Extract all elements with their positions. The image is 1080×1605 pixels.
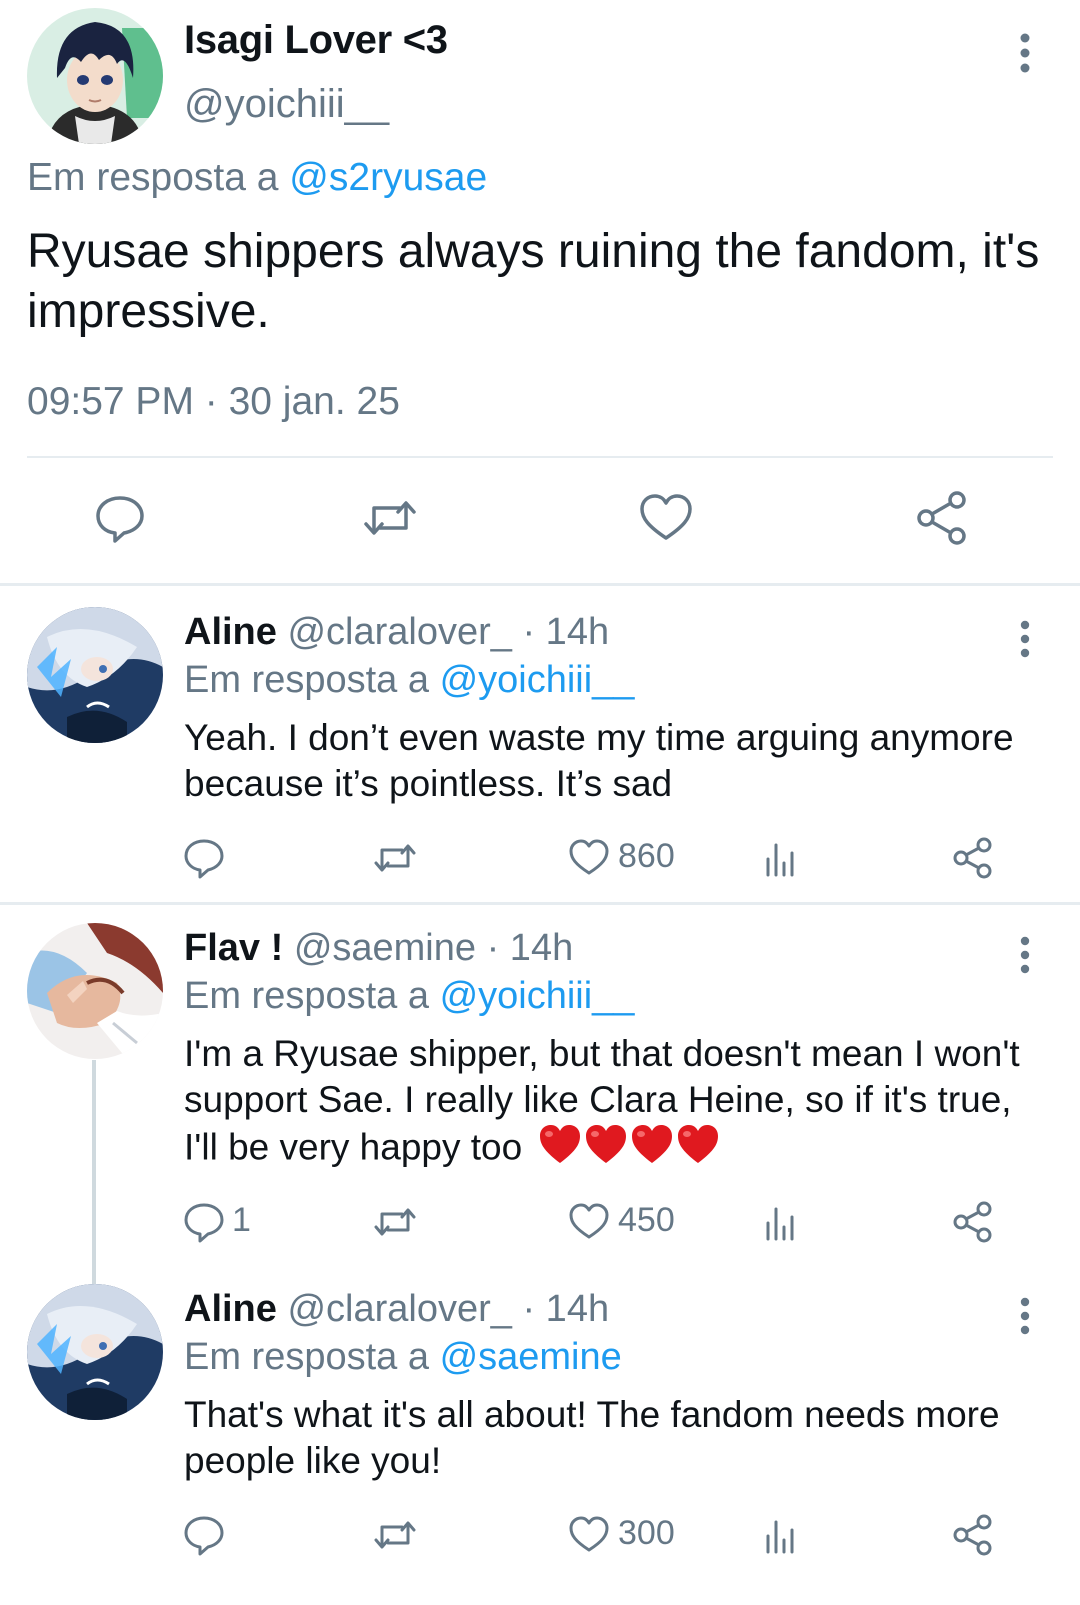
share-icon[interactable] [952,835,994,881]
reply-header: Aline @claralover_ · 14h [184,611,609,654]
retweet-icon[interactable] [362,490,418,546]
divider [27,456,1053,458]
heart-emoji-icon [540,1125,719,1163]
user-handle[interactable]: @claralover_ [287,611,511,653]
relative-time: · 14h [522,611,610,653]
reply-icon[interactable] [92,490,148,546]
reply-context: Em resposta a @s2ryusae [27,156,487,200]
like-icon[interactable] [638,490,694,546]
like-count: 450 [618,1201,675,1239]
like-icon[interactable] [568,1199,610,1245]
tweet-actions [0,490,1080,550]
retweet-icon[interactable] [372,835,418,881]
reply-actions: 1 450 [0,1199,1080,1249]
reply-tweet[interactable]: Flav ! @saemine · 14h Em resposta a @yoi… [0,923,1080,1263]
reply-text: Yeah. I don’t even waste my time arguing… [184,717,1014,804]
reply-target-link[interactable]: @s2ryusae [289,156,487,199]
reply-target-link[interactable]: @yoichiii__ [440,659,635,701]
reply-actions: 860 [0,835,1080,885]
retweet-icon[interactable] [372,1199,418,1245]
reply-context: Em resposta a @yoichiii__ [184,659,634,702]
reply-tweet[interactable]: Aline @claralover_ · 14h Em resposta a @… [0,1284,1080,1604]
more-options-icon[interactable] [1010,617,1040,661]
display-name[interactable]: Isagi Lover <3 [184,18,448,63]
avatar[interactable] [27,8,163,144]
main-tweet: Isagi Lover <3 @yoichiii__ Em resposta a… [0,0,1080,585]
avatar[interactable] [27,607,163,743]
more-options-icon[interactable] [1010,30,1040,76]
reply-icon[interactable] [182,835,226,881]
user-handle[interactable]: @saemine [294,927,476,969]
reply-context: Em resposta a @yoichiii__ [184,975,634,1018]
relative-time: · 14h [522,1288,610,1330]
more-options-icon[interactable] [1010,1294,1040,1338]
user-handle[interactable]: @claralover_ [287,1288,511,1330]
reply-tweet[interactable]: Aline @claralover_ · 14h Em resposta a @… [0,607,1080,907]
user-handle[interactable]: @yoichiii__ [184,82,389,127]
reply-icon[interactable] [182,1199,226,1245]
divider [0,583,1080,586]
like-icon[interactable] [568,1512,610,1558]
like-count: 300 [618,1514,675,1552]
share-icon[interactable] [952,1199,994,1245]
like-count: 860 [618,837,675,875]
reply-icon[interactable] [182,1512,226,1558]
reply-actions: 300 [0,1512,1080,1562]
display-name[interactable]: Flav ! [184,927,283,969]
display-name[interactable]: Aline [184,1288,277,1330]
relative-time: · 14h [486,927,574,969]
reply-context: Em resposta a @saemine [184,1336,622,1379]
retweet-icon[interactable] [372,1512,418,1558]
views-icon[interactable] [764,1199,798,1245]
divider [0,902,1080,905]
avatar[interactable] [27,923,163,1059]
display-name[interactable]: Aline [184,611,277,653]
share-icon[interactable] [952,1512,994,1558]
reply-header: Aline @claralover_ · 14h [184,1288,609,1331]
share-icon[interactable] [915,490,971,546]
reply-count: 1 [232,1201,251,1239]
tweet-timestamp[interactable]: 09:57 PM · 30 jan. 25 [27,380,400,424]
views-icon[interactable] [764,1512,798,1558]
reply-target-link[interactable]: @yoichiii__ [440,975,635,1017]
reply-header: Flav ! @saemine · 14h [184,927,573,970]
reply-target-link[interactable]: @saemine [440,1336,622,1378]
reply-prefix: Em resposta a [27,156,279,199]
avatar[interactable] [27,1284,163,1420]
reply-prefix: Em resposta a [184,659,429,701]
reply-text: That's what it's all about! The fandom n… [184,1394,1000,1481]
tweet-text: Ryusae shippers always ruining the fando… [27,225,1040,338]
reply-text: I'm a Ryusae shipper, but that doesn't m… [184,1031,1044,1176]
views-icon[interactable] [764,835,798,881]
reply-prefix: Em resposta a [184,1336,429,1378]
more-options-icon[interactable] [1010,933,1040,977]
reply-prefix: Em resposta a [184,975,429,1017]
like-icon[interactable] [568,835,610,881]
heart-emoji-group [538,1123,724,1176]
